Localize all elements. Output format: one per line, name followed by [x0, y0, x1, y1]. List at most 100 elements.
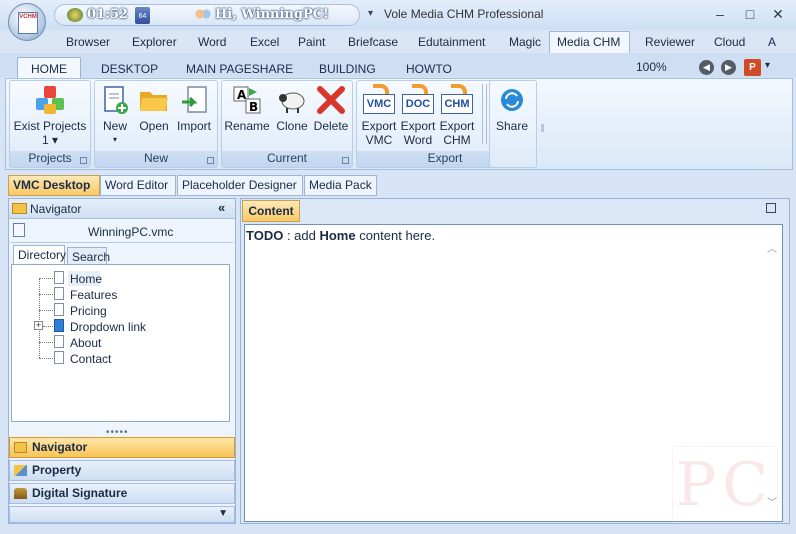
tree-item-features[interactable]: Features	[70, 288, 117, 302]
doc-tab-placeholder-designer[interactable]: Placeholder Designer	[177, 175, 303, 196]
tree-item-contact[interactable]: Contact	[70, 352, 111, 366]
todo-prefix: TODO	[246, 228, 284, 243]
export-chm-button[interactable]: CHM Export CHM	[438, 84, 476, 147]
menu-excel[interactable]: Excel	[250, 35, 279, 49]
clone-button[interactable]: Clone	[273, 84, 311, 133]
tab-main-pageshare[interactable]: MAIN PAGESHARE	[186, 62, 293, 76]
chevron-down-icon[interactable]: ▼	[218, 508, 228, 519]
accordion-overflow[interactable]: ▼	[9, 506, 235, 523]
menu-browser[interactable]: Browser	[66, 35, 110, 49]
new-label: New	[102, 119, 127, 133]
close-button[interactable]: ✕	[768, 5, 788, 23]
accordion-digital-signature-label: Digital Signature	[32, 486, 128, 500]
accordion-navigator[interactable]: Navigator	[9, 437, 235, 458]
menu-briefcase[interactable]: Briefcase	[348, 35, 398, 49]
group-launcher-icon[interactable]	[80, 157, 87, 164]
vmc-icon-text: VMC	[363, 94, 395, 114]
tab-desktop[interactable]: DESKTOP	[101, 62, 158, 76]
rename-button[interactable]: A B Rename	[224, 84, 270, 133]
doc-tab-media-pack[interactable]: Media Pack	[304, 175, 377, 196]
group-launcher-icon[interactable]	[207, 157, 214, 164]
subtab-directory-label: Directory	[18, 248, 67, 262]
menu-explorer[interactable]: Explorer	[132, 35, 177, 49]
export-word-label-1: Export	[400, 119, 436, 133]
new-dropdown-icon[interactable]: ▾	[98, 133, 132, 147]
project-file-icon	[13, 223, 25, 237]
import-label: Import	[176, 119, 211, 133]
page-icon	[54, 335, 64, 348]
doc-tab-vmc-desktop[interactable]: VMC Desktop	[8, 175, 100, 196]
todo-suffix: content here.	[355, 228, 436, 243]
menu-media-chm[interactable]: Media CHM	[557, 35, 620, 49]
export-chm-label-1: Export	[439, 119, 475, 133]
clone-sheep-icon	[279, 92, 305, 113]
content-tab[interactable]: Content	[242, 200, 300, 222]
expand-plus-icon[interactable]: +	[34, 321, 43, 330]
import-button[interactable]: Import	[175, 84, 213, 133]
subtab-search[interactable]: Search	[67, 247, 110, 265]
app-logo[interactable]: VCHM	[8, 3, 46, 41]
tree-item-pricing[interactable]: Pricing	[70, 304, 107, 318]
project-name: WinningPC.vmc	[88, 225, 174, 239]
tree-item-about[interactable]: About	[70, 336, 101, 350]
tree-item-dropdown-link[interactable]: Dropdown link	[70, 320, 146, 334]
menu-word[interactable]: Word	[198, 35, 226, 49]
group-projects-label: Projects	[10, 151, 90, 167]
menu-paint[interactable]: Paint	[298, 35, 325, 49]
watermark-logo: PC	[672, 446, 778, 522]
window-title: Vole Media CHM Professional	[384, 7, 544, 21]
users-icon[interactable]	[195, 8, 211, 23]
app-logo-text: VCHM	[18, 12, 38, 34]
page-icon	[54, 351, 64, 364]
project-separator	[11, 242, 233, 243]
maximize-button[interactable]: □	[740, 5, 760, 23]
tab-howto[interactable]: HOWTO	[406, 62, 452, 76]
tree-item-home[interactable]: Home	[70, 272, 102, 286]
group-launcher-icon[interactable]	[342, 157, 349, 164]
new-button[interactable]: New ▾	[98, 84, 132, 147]
vmc-icon: VMC	[363, 84, 395, 116]
export-vmc-label-2: VMC	[365, 133, 393, 147]
new-document-icon	[104, 86, 128, 114]
menu-more[interactable]: A	[768, 35, 776, 49]
group-current-label: Current	[222, 151, 352, 167]
exist-projects-count: 1 ▾	[41, 133, 59, 147]
svg-text:B: B	[249, 100, 258, 114]
dropdown-page-icon	[54, 319, 64, 332]
delete-label: Delete	[313, 119, 349, 133]
export-word-button[interactable]: DOC Export Word	[399, 84, 437, 147]
help-dropdown-icon[interactable]: ▾	[765, 60, 770, 71]
export-vmc-button[interactable]: VMC Export VMC	[360, 84, 398, 147]
calendar-icon[interactable]: 64	[135, 7, 150, 24]
group-new-label: New	[95, 151, 217, 167]
back-icon[interactable]: ◀	[699, 60, 714, 75]
subtab-directory[interactable]: Directory	[13, 245, 67, 265]
doc-tab-word-editor[interactable]: Word Editor	[100, 175, 176, 196]
exist-projects-button[interactable]: Exist Projects 1 ▾	[12, 84, 88, 147]
minimize-button[interactable]: –	[710, 5, 730, 23]
forward-icon[interactable]: ▶	[721, 60, 736, 75]
tab-home[interactable]: HOME	[31, 62, 67, 76]
menu-edutainment[interactable]: Edutainment	[418, 35, 485, 49]
delete-button[interactable]: Delete	[312, 84, 350, 133]
menu-cloud[interactable]: Cloud	[714, 35, 745, 49]
restore-window-icon[interactable]	[766, 203, 776, 213]
import-icon	[182, 86, 207, 113]
ribbon-separator	[482, 84, 487, 144]
menu-magic[interactable]: Magic	[509, 35, 541, 49]
powerpoint-icon[interactable]: P	[744, 59, 761, 76]
qat-dropdown-icon[interactable]: ▾	[368, 8, 373, 19]
menu-reviewer[interactable]: Reviewer	[645, 35, 695, 49]
zoom-level: 100%	[636, 60, 667, 74]
accordion-digital-signature[interactable]: Digital Signature	[9, 483, 235, 504]
open-button[interactable]: Open	[136, 84, 172, 133]
ribbon-scroll-edge	[541, 124, 544, 132]
accordion-property[interactable]: Property	[9, 460, 235, 481]
exist-projects-label: Exist Projects	[13, 119, 87, 133]
editor-content-text[interactable]: TODO : add Home content here.	[246, 228, 435, 243]
share-button[interactable]: Share	[492, 84, 532, 133]
collapse-panel-icon[interactable]: «	[218, 200, 225, 215]
folder-icon	[12, 203, 27, 214]
tree-branch	[39, 294, 53, 295]
tab-building[interactable]: BUILDING	[319, 62, 376, 76]
